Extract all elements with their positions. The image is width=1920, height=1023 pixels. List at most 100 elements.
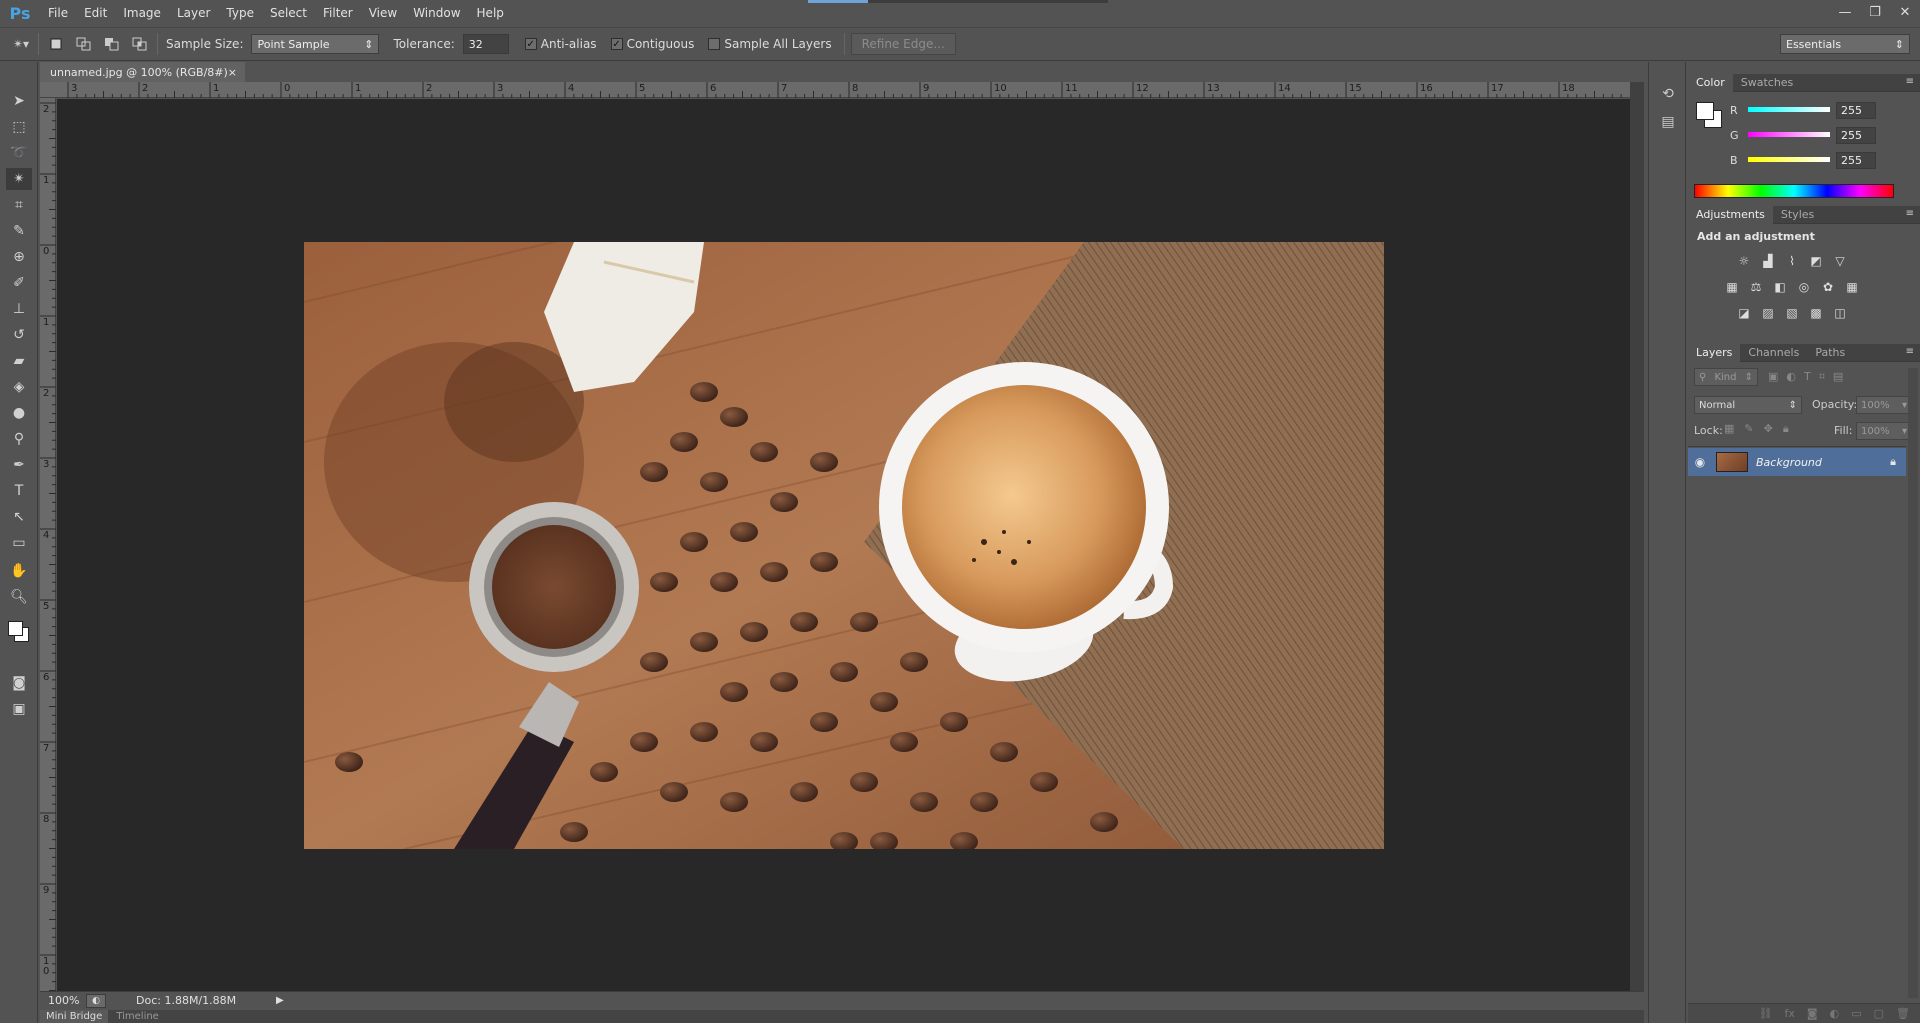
dodge-tool-icon[interactable]: ⚲ — [6, 428, 32, 450]
layer-kind-filter[interactable]: ⚲ Kind ⇕ — [1694, 368, 1758, 386]
foreground-color-swatch[interactable] — [1696, 102, 1714, 120]
channel-mixer-icon[interactable]: ✿ — [1820, 280, 1836, 294]
new-adjustment-icon[interactable]: ◐ — [1830, 1007, 1840, 1020]
tab-paths[interactable]: Paths — [1807, 344, 1853, 362]
sample-size-select[interactable]: Point Sample ⇕ — [251, 34, 380, 54]
menu-select[interactable]: Select — [262, 0, 315, 27]
menu-image[interactable]: Image — [115, 0, 169, 27]
panel-menu-icon[interactable]: ≡ — [1906, 208, 1914, 219]
vertical-scrollbar[interactable] — [1630, 82, 1644, 991]
history-brush-tool-icon[interactable]: ↺ — [6, 324, 32, 346]
contiguous-checkbox[interactable]: ✓ Contiguous — [610, 37, 694, 51]
menu-file[interactable]: File — [40, 0, 76, 27]
layers-scrollbar[interactable] — [1908, 368, 1918, 998]
new-layer-icon[interactable]: ▢ — [1874, 1007, 1884, 1020]
tab-swatches[interactable]: Swatches — [1733, 74, 1802, 92]
menu-filter[interactable]: Filter — [315, 0, 361, 27]
sample-all-layers-checkbox[interactable]: Sample All Layers — [708, 37, 832, 51]
menu-layer[interactable]: Layer — [169, 0, 218, 27]
magic-wand-preset-icon[interactable]: ✴▾ — [10, 33, 32, 55]
restore-button[interactable]: ❐ — [1860, 0, 1890, 24]
status-menu-arrow-icon[interactable]: ▶ — [276, 995, 284, 1006]
workspace-select[interactable]: Essentials ⇕ — [1780, 34, 1910, 54]
intersect-selection-icon[interactable] — [129, 33, 151, 55]
selective-color-icon[interactable]: ◫ — [1832, 306, 1848, 320]
menu-type[interactable]: Type — [218, 0, 262, 27]
close-button[interactable]: ✕ — [1890, 0, 1920, 24]
new-group-icon[interactable]: ▭ — [1851, 1007, 1861, 1020]
minimize-button[interactable]: — — [1830, 0, 1860, 24]
posterize-icon[interactable]: ▨ — [1760, 306, 1776, 320]
vibrance-icon[interactable]: ▽ — [1832, 254, 1848, 268]
magic-wand-tool-icon[interactable]: ✴ — [6, 168, 32, 190]
green-value-input[interactable]: 255 — [1836, 127, 1876, 144]
red-value-input[interactable]: 255 — [1836, 102, 1876, 119]
tab-mini-bridge[interactable]: Mini Bridge — [40, 1010, 109, 1023]
red-slider[interactable] — [1748, 107, 1830, 112]
move-tool-icon[interactable]: ➤ — [6, 90, 32, 112]
menu-window[interactable]: Window — [405, 0, 468, 27]
path-selection-tool-icon[interactable]: ↖ — [6, 506, 32, 528]
paint-bucket-tool-icon[interactable]: ◈ — [6, 376, 32, 398]
eye-visibility-icon[interactable]: ◉ — [1688, 455, 1712, 469]
delete-layer-icon[interactable]: 🗑︎ — [1896, 1007, 1910, 1020]
tab-timeline[interactable]: Timeline — [108, 1010, 167, 1023]
blend-mode-select[interactable]: Normal ⇕ — [1694, 396, 1802, 414]
eraser-tool-icon[interactable]: ▰ — [6, 350, 32, 372]
threshold-icon[interactable]: ▧ — [1784, 306, 1800, 320]
invert-icon[interactable]: ◪ — [1736, 306, 1752, 320]
tab-adjustments[interactable]: Adjustments — [1688, 205, 1773, 224]
menu-edit[interactable]: Edit — [76, 0, 115, 27]
gradient-map-icon[interactable]: ▩ — [1808, 306, 1824, 320]
hand-tool-icon[interactable]: ✋ — [6, 560, 32, 582]
healing-brush-tool-icon[interactable]: ⊕ — [6, 246, 32, 268]
tab-layers[interactable]: Layers — [1688, 343, 1741, 362]
zoom-tool-icon[interactable]: 🔍︎ — [6, 586, 32, 608]
curves-icon[interactable]: ⌇ — [1784, 254, 1800, 268]
quick-mask-icon[interactable]: ◙ — [6, 672, 32, 694]
marquee-tool-icon[interactable]: ⬚ — [6, 116, 32, 138]
blue-value-input[interactable]: 255 — [1836, 152, 1876, 169]
blue-slider[interactable] — [1748, 157, 1830, 162]
anti-alias-checkbox[interactable]: ✓ Anti-alias — [524, 37, 597, 51]
color-balance-icon[interactable]: ⚖ — [1748, 280, 1764, 294]
black-white-icon[interactable]: ◧ — [1772, 280, 1788, 294]
menu-view[interactable]: View — [361, 0, 405, 27]
lock-icons[interactable]: ▦✎✥🔒︎ — [1724, 422, 1799, 436]
document-image[interactable] — [304, 242, 1384, 849]
pen-tool-icon[interactable]: ✒ — [6, 454, 32, 476]
layer-style-icon[interactable]: fx — [1785, 1007, 1795, 1020]
tab-styles[interactable]: Styles — [1773, 206, 1822, 224]
type-tool-icon[interactable]: T — [6, 480, 32, 502]
foreground-color-swatch[interactable] — [8, 621, 23, 636]
rectangle-tool-icon[interactable]: ▭ — [6, 532, 32, 554]
add-to-selection-icon[interactable] — [73, 33, 95, 55]
brush-tool-icon[interactable]: ✐ — [6, 272, 32, 294]
eyedropper-tool-icon[interactable]: ✎ — [6, 220, 32, 242]
layers-list-empty-area[interactable] — [1688, 476, 1906, 1003]
subtract-from-selection-icon[interactable] — [101, 33, 123, 55]
lasso-tool-icon[interactable]: ➰ — [6, 142, 32, 164]
document-tab[interactable]: unnamed.jpg @ 100% (RGB/8#) × — [40, 62, 245, 82]
levels-icon[interactable]: ▟ — [1760, 254, 1776, 268]
clone-stamp-tool-icon[interactable]: ⊥ — [6, 298, 32, 320]
hue-saturation-icon[interactable]: ▦ — [1724, 280, 1740, 294]
refine-edge-button[interactable]: Refine Edge... — [850, 33, 956, 55]
properties-panel-icon[interactable]: ▤ — [1657, 114, 1679, 136]
photo-filter-icon[interactable]: ◎ — [1796, 280, 1812, 294]
tolerance-input[interactable]: 32 — [462, 34, 509, 54]
tab-channels[interactable]: Channels — [1740, 344, 1807, 362]
exposure-icon[interactable]: ◩ — [1808, 254, 1824, 268]
add-mask-icon[interactable]: ◙ — [1807, 1007, 1818, 1020]
export-icon[interactable]: ◐ — [86, 993, 106, 1008]
foreground-background-colors[interactable] — [6, 617, 34, 647]
screen-mode-icon[interactable]: ▣ — [6, 698, 32, 720]
close-document-icon[interactable]: × — [228, 66, 237, 79]
zoom-level[interactable]: 100% — [40, 994, 82, 1007]
layer-row-background[interactable]: ◉ Background 🔒︎ — [1688, 448, 1906, 476]
opacity-input[interactable]: 100% ▾ — [1856, 396, 1912, 414]
green-slider[interactable] — [1748, 132, 1830, 137]
new-selection-icon[interactable] — [45, 33, 67, 55]
menu-help[interactable]: Help — [469, 0, 512, 27]
color-lookup-icon[interactable]: ▦ — [1844, 280, 1860, 294]
